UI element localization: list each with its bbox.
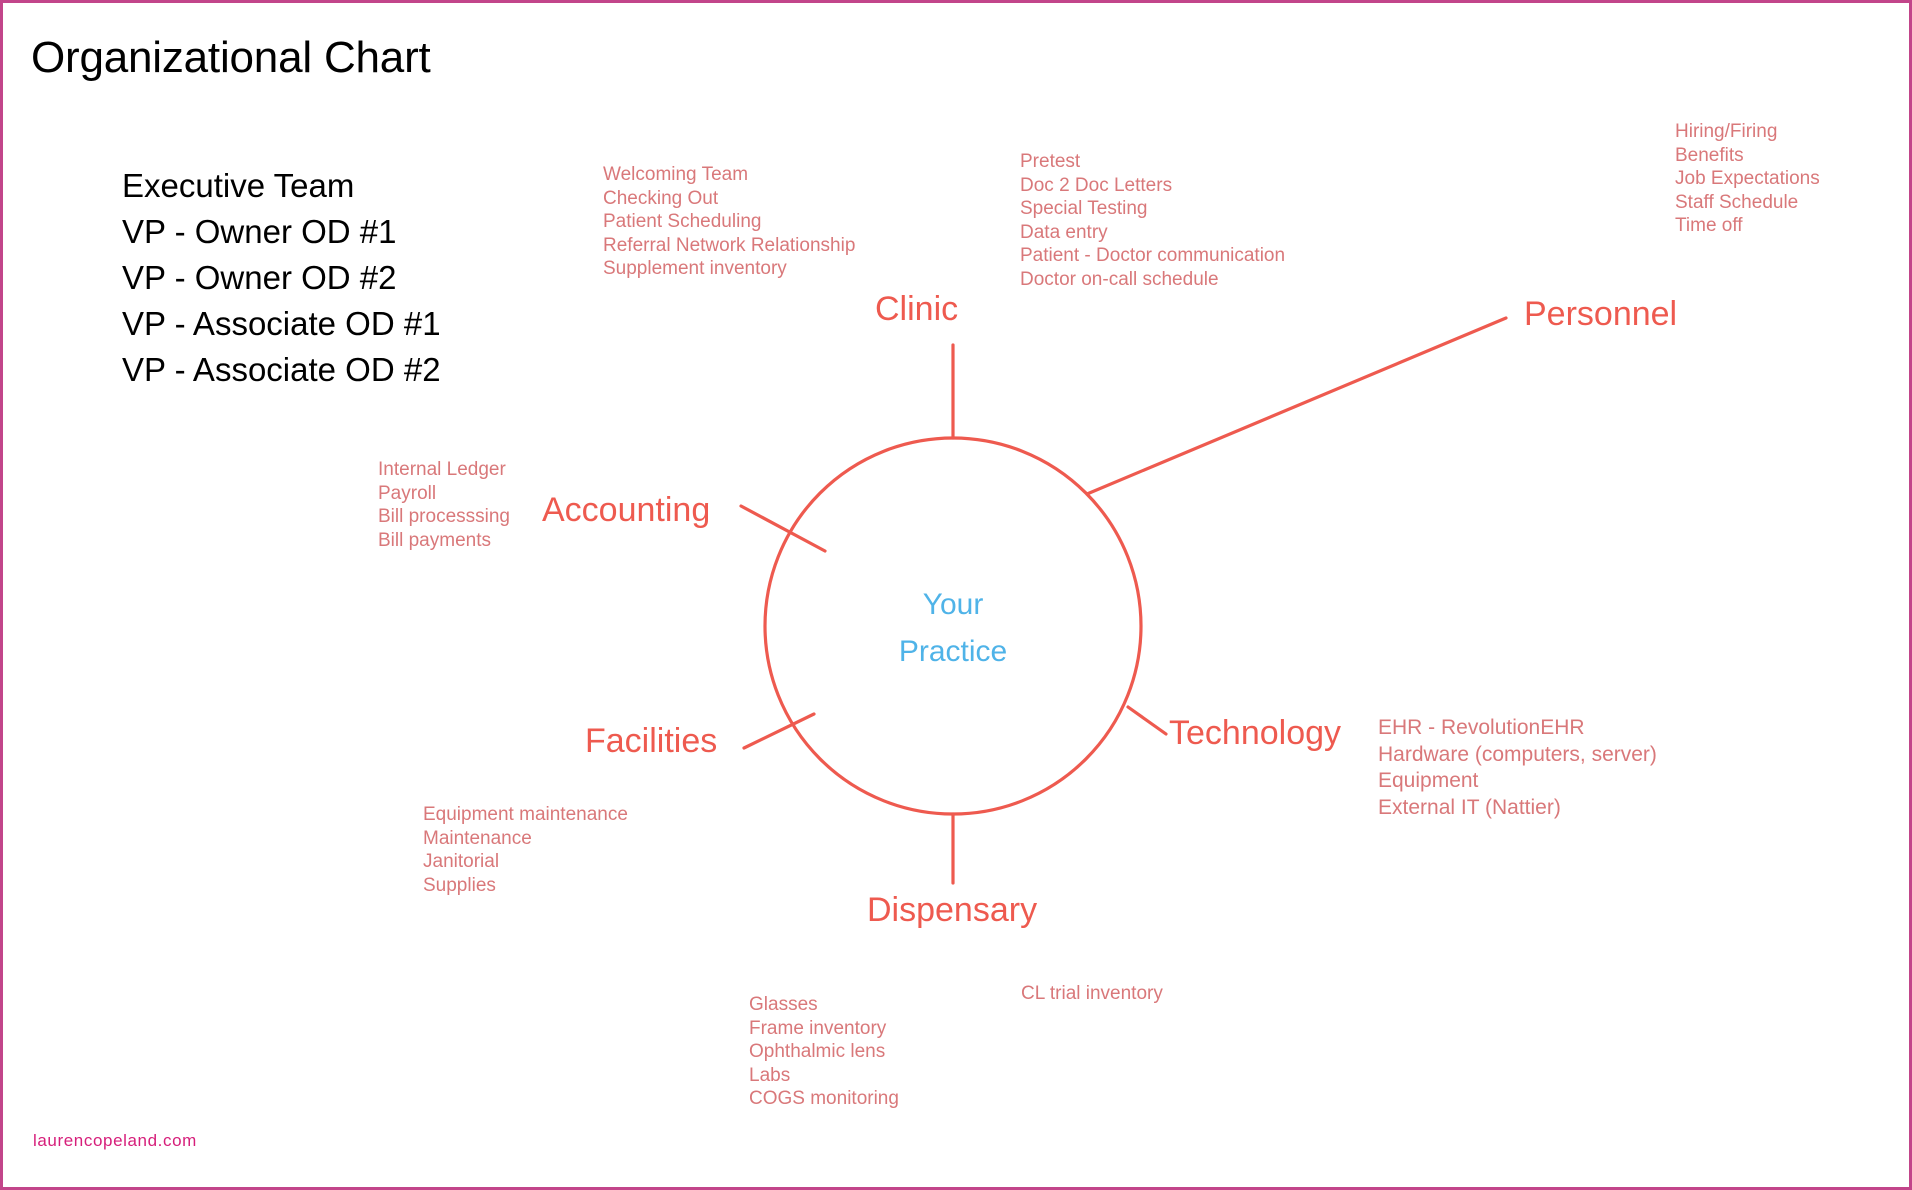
detail-item: Job Expectations [1675, 168, 1820, 189]
spoke-line-accounting [739, 504, 827, 553]
hub-text-line-2: Practice [898, 635, 1008, 668]
detail-item: Supplement inventory [603, 258, 787, 279]
spoke-line-technology [1126, 705, 1168, 736]
detail-list-accounting: Internal Ledger Payroll Bill processsing… [378, 458, 510, 552]
detail-item: Maintenance [423, 827, 532, 849]
detail-item: Checking Out [603, 187, 719, 209]
practice-hub-label: Your Practice [853, 581, 1053, 675]
executive-member: VP - Associate OD #2 [122, 351, 441, 388]
detail-item: Doctor on-call schedule [1020, 268, 1219, 290]
hub-text-line-1: Your [922, 588, 984, 621]
detail-item: Patient Scheduling [603, 211, 762, 232]
detail-list-facilities: Equipment maintenance Maintenance Janito… [423, 803, 628, 897]
detail-item: Special Testing [1020, 198, 1148, 219]
branch-label-personnel[interactable]: Personnel [1524, 297, 1677, 331]
spoke-line-personnel [1085, 316, 1508, 496]
executive-member: VP - Associate OD #1 [122, 305, 441, 342]
detail-list-personnel: Hiring/Firing Benefits Job Expectations … [1675, 120, 1820, 238]
detail-item: Frame inventory [749, 1017, 887, 1039]
detail-item: Welcoming Team [603, 164, 749, 185]
detail-item: Ophthalmic lens [749, 1041, 886, 1062]
detail-item: Doc 2 Doc Letters [1020, 174, 1173, 196]
detail-list-clinic-secondary: Pretest Doc 2 Doc Letters Special Testin… [1020, 150, 1285, 291]
branch-label-facilities[interactable]: Facilities [585, 724, 717, 758]
detail-item: Bill processsing [378, 506, 510, 527]
detail-list-clinic-primary: Welcoming Team Checking Out Patient Sche… [603, 163, 855, 281]
detail-item: Hardware (computers, server) [1378, 742, 1657, 766]
detail-item: Equipment maintenance [423, 804, 628, 825]
executive-team-block: Executive Team VP - Owner OD #1 VP - Own… [122, 163, 642, 393]
spoke-line-facilities [742, 712, 816, 750]
branch-label-clinic[interactable]: Clinic [875, 292, 958, 326]
executive-member: VP - Owner OD #1 [122, 213, 397, 250]
branch-label-technology[interactable]: Technology [1169, 716, 1341, 750]
detail-item: External IT (Nattier) [1378, 795, 1561, 819]
detail-item: Equipment [1378, 769, 1479, 792]
detail-item: Supplies [423, 874, 496, 896]
detail-item: Payroll [378, 482, 437, 504]
detail-item: Bill payments [378, 529, 491, 551]
detail-item: Labs [749, 1064, 791, 1086]
detail-item: Benefits [1675, 144, 1744, 166]
detail-list-technology: EHR - RevolutionEHR Hardware (computers,… [1378, 715, 1657, 821]
detail-list-dispensary-secondary: CL trial inventory [1021, 982, 1163, 1006]
executive-member: VP - Owner OD #2 [122, 259, 397, 296]
detail-item: Time off [1675, 215, 1743, 236]
detail-item: CL trial inventory [1021, 983, 1163, 1004]
detail-item: Glasses [749, 994, 818, 1015]
detail-item: Data entry [1020, 221, 1108, 243]
detail-item: Pretest [1020, 151, 1081, 172]
detail-item: Internal Ledger [378, 459, 506, 480]
detail-item: COGS monitoring [749, 1088, 899, 1109]
detail-item: EHR - RevolutionEHR [1378, 716, 1585, 739]
branch-label-accounting[interactable]: Accounting [542, 493, 710, 527]
organizational-chart-page: Organizational Chart Executive Team VP -… [0, 0, 1912, 1190]
detail-list-dispensary-primary: Glasses Frame inventory Ophthalmic lens … [749, 993, 899, 1111]
detail-item: Staff Schedule [1675, 191, 1799, 213]
page-title: Organizational Chart [31, 33, 431, 82]
executive-team-heading: Executive Team [122, 167, 355, 204]
detail-item: Janitorial [423, 851, 500, 872]
detail-item: Referral Network Relationship [603, 234, 856, 256]
branch-label-dispensary[interactable]: Dispensary [867, 893, 1037, 927]
detail-item: Hiring/Firing [1675, 121, 1778, 142]
site-watermark: laurencopeland.com [33, 1131, 197, 1150]
detail-item: Patient - Doctor communication [1020, 245, 1286, 266]
